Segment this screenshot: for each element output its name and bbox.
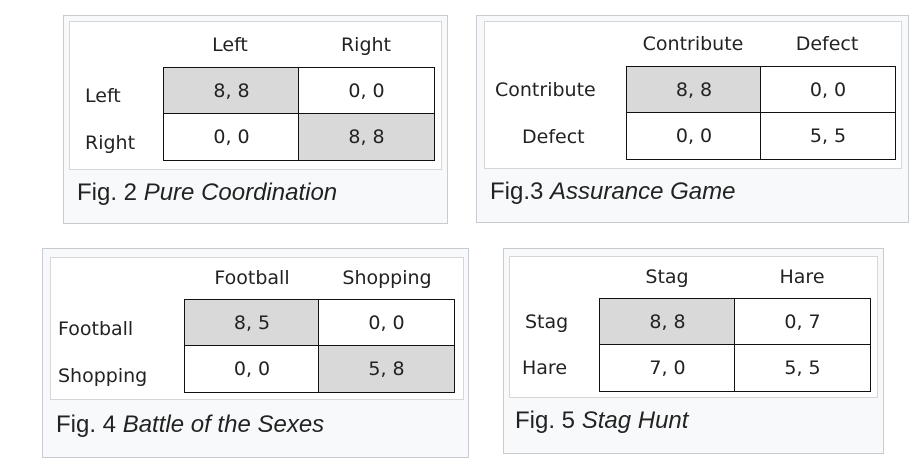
payoff-cell: 8, 8 [298, 113, 435, 161]
column-label-2: Defect [795, 33, 859, 55]
payoff-cell: 0, 0 [626, 112, 762, 160]
row-label-2: Shopping [58, 365, 148, 387]
column-label-2: Right [340, 34, 392, 56]
row-label-1: Contribute [495, 79, 596, 101]
payoff-cell: 0, 0 [184, 345, 320, 393]
column-label-1: Left [212, 34, 248, 56]
figure-caption: Fig. 2 Pure Coordination [77, 181, 337, 205]
payoff-cell: 0, 0 [163, 113, 300, 161]
column-label-2: Hare [779, 266, 825, 288]
caption-title: Assurance Game [550, 178, 736, 205]
figure-pure-coordination: Left Right Left Right 8, 8 0, 0 0, 0 8, … [63, 15, 448, 224]
payoff-cell: 8, 8 [163, 67, 300, 115]
figure-battle-of-the-sexes: Football Shopping Football Shopping 8, 5… [42, 248, 469, 458]
payoff-cell: 5, 8 [318, 345, 455, 393]
figure-caption: Fig. 5 Stag Hunt [515, 409, 688, 433]
payoff-cell: 0, 0 [318, 299, 455, 347]
payoff-cell: 5, 5 [760, 112, 896, 160]
caption-prefix: Fig. 5 [515, 407, 576, 434]
payoff-cell: 5, 5 [734, 344, 871, 392]
payoff-cell: 0, 0 [760, 66, 896, 114]
row-label-2: Right [85, 132, 136, 154]
caption-title: Stag Hunt [581, 407, 689, 434]
row-label-2: Hare [522, 357, 568, 379]
column-label-1: Football [214, 267, 290, 289]
row-label-1: Stag [525, 311, 569, 333]
caption-prefix: Fig. 2 [77, 179, 138, 206]
figure-stag-hunt: Stag Hare Stag Hare 8, 8 0, 7 7, 0 5, 5 … [503, 248, 884, 454]
figure-caption: Fig. 4 Battle of the Sexes [56, 413, 324, 437]
figure-assurance-game: Contribute Defect Contribute Defect 8, 8… [476, 15, 909, 223]
row-label-1: Left [85, 85, 121, 107]
payoff-cell: 8, 8 [599, 298, 736, 346]
payoff-cell: 7, 0 [599, 344, 736, 392]
column-label-1: Stag [645, 266, 689, 288]
payoff-cell: 8, 5 [184, 299, 320, 347]
figure-caption: Fig.3 Assurance Game [490, 180, 735, 204]
caption-title: Battle of the Sexes [122, 411, 325, 438]
caption-prefix: Fig.3 [490, 178, 544, 205]
caption-prefix: Fig. 4 [56, 411, 117, 438]
column-label-1: Contribute [642, 33, 744, 55]
column-label-2: Shopping [342, 267, 432, 289]
payoff-cell: 0, 0 [298, 67, 435, 115]
payoff-cell: 8, 8 [626, 66, 762, 114]
row-label-2: Defect [522, 126, 585, 148]
payoff-cell: 0, 7 [734, 298, 871, 346]
row-label-1: Football [58, 318, 134, 340]
caption-title: Pure Coordination [143, 179, 338, 206]
